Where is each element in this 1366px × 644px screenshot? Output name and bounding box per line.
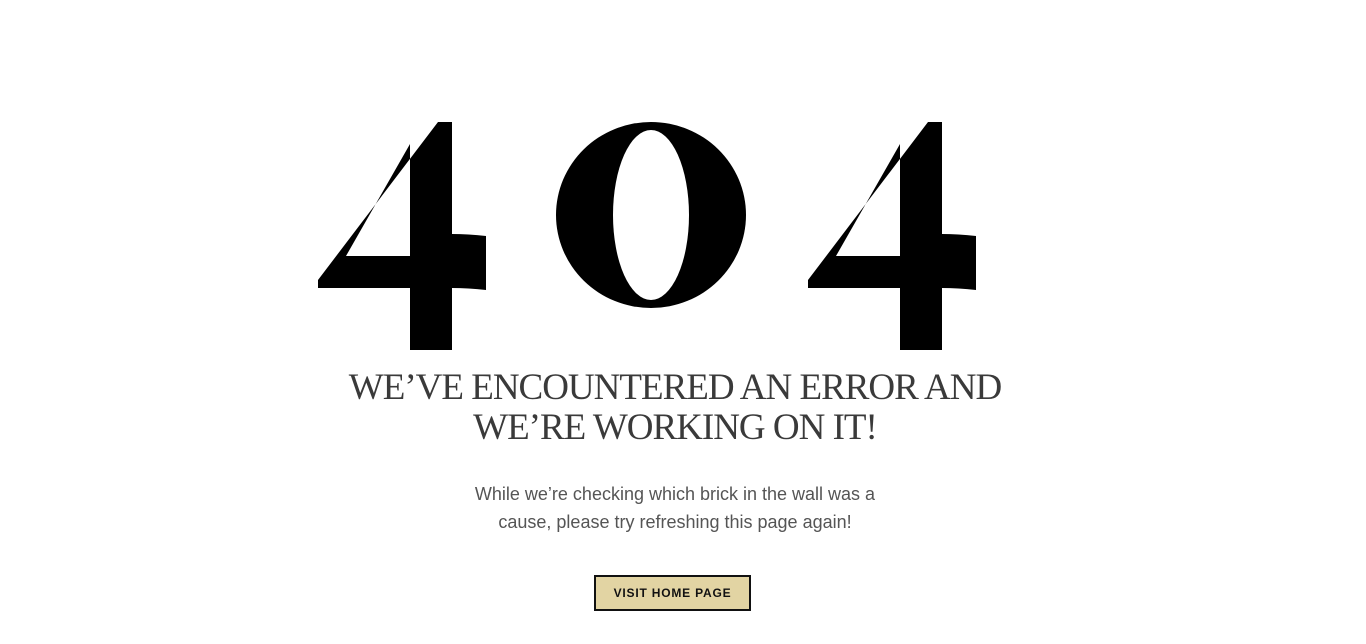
error-headline: WE’VE ENCOUNTERED AN ERROR AND WE’RE WOR… [300,368,1050,448]
error-digit-four-left [318,122,486,350]
digit-four-glyph [318,122,486,350]
error-code [318,122,978,350]
error-digit-zero [556,122,746,350]
error-page: WE’VE ENCOUNTERED AN ERROR AND WE’RE WOR… [0,0,1366,644]
digit-zero-glyph [556,122,746,308]
headline-line-2: WE’RE WORKING ON IT! [473,407,878,448]
visit-home-page-button[interactable]: VISIT HOME PAGE [594,575,751,611]
message-line-2: cause, please try refreshing this page a… [498,512,852,532]
message-line-1: While we’re checking which brick in the … [474,484,876,504]
error-digit-four-right [808,122,976,350]
headline-line-1: WE’VE ENCOUNTERED AN ERROR AND [348,367,1002,408]
error-message: While we’re checking which brick in the … [440,480,910,536]
digit-four-glyph [808,122,976,350]
